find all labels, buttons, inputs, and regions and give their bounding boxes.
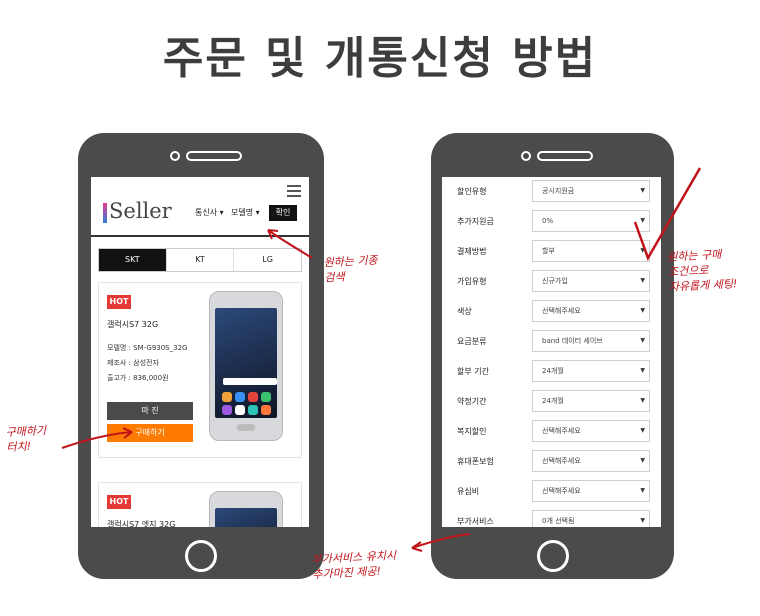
annotation-buy-text: 구매하기 터치! [5,423,47,455]
annotation-extra: 부가서비스 유치시 추가마진 제공! [311,548,397,582]
check-mark [633,167,702,261]
search-arrow [267,229,313,259]
annotation-search-text: 원하는 기종 검색 [323,253,379,285]
annotation-conditions: 원하는 구매 조건으로 자유롭게 세팅! [667,246,738,295]
annotation-arrows [61,167,702,552]
annotation-buy: 구매하기 터치! [5,423,47,455]
annotation-conditions-text: 원하는 구매 조건으로 자유롭게 세팅! [666,247,738,294]
extra-arrow [411,533,471,549]
annotation-extra-text: 부가서비스 유치시 추가마진 제공! [311,548,397,582]
annotation-search: 원하는 기종 검색 [323,253,379,286]
buy-arrow [61,431,133,449]
